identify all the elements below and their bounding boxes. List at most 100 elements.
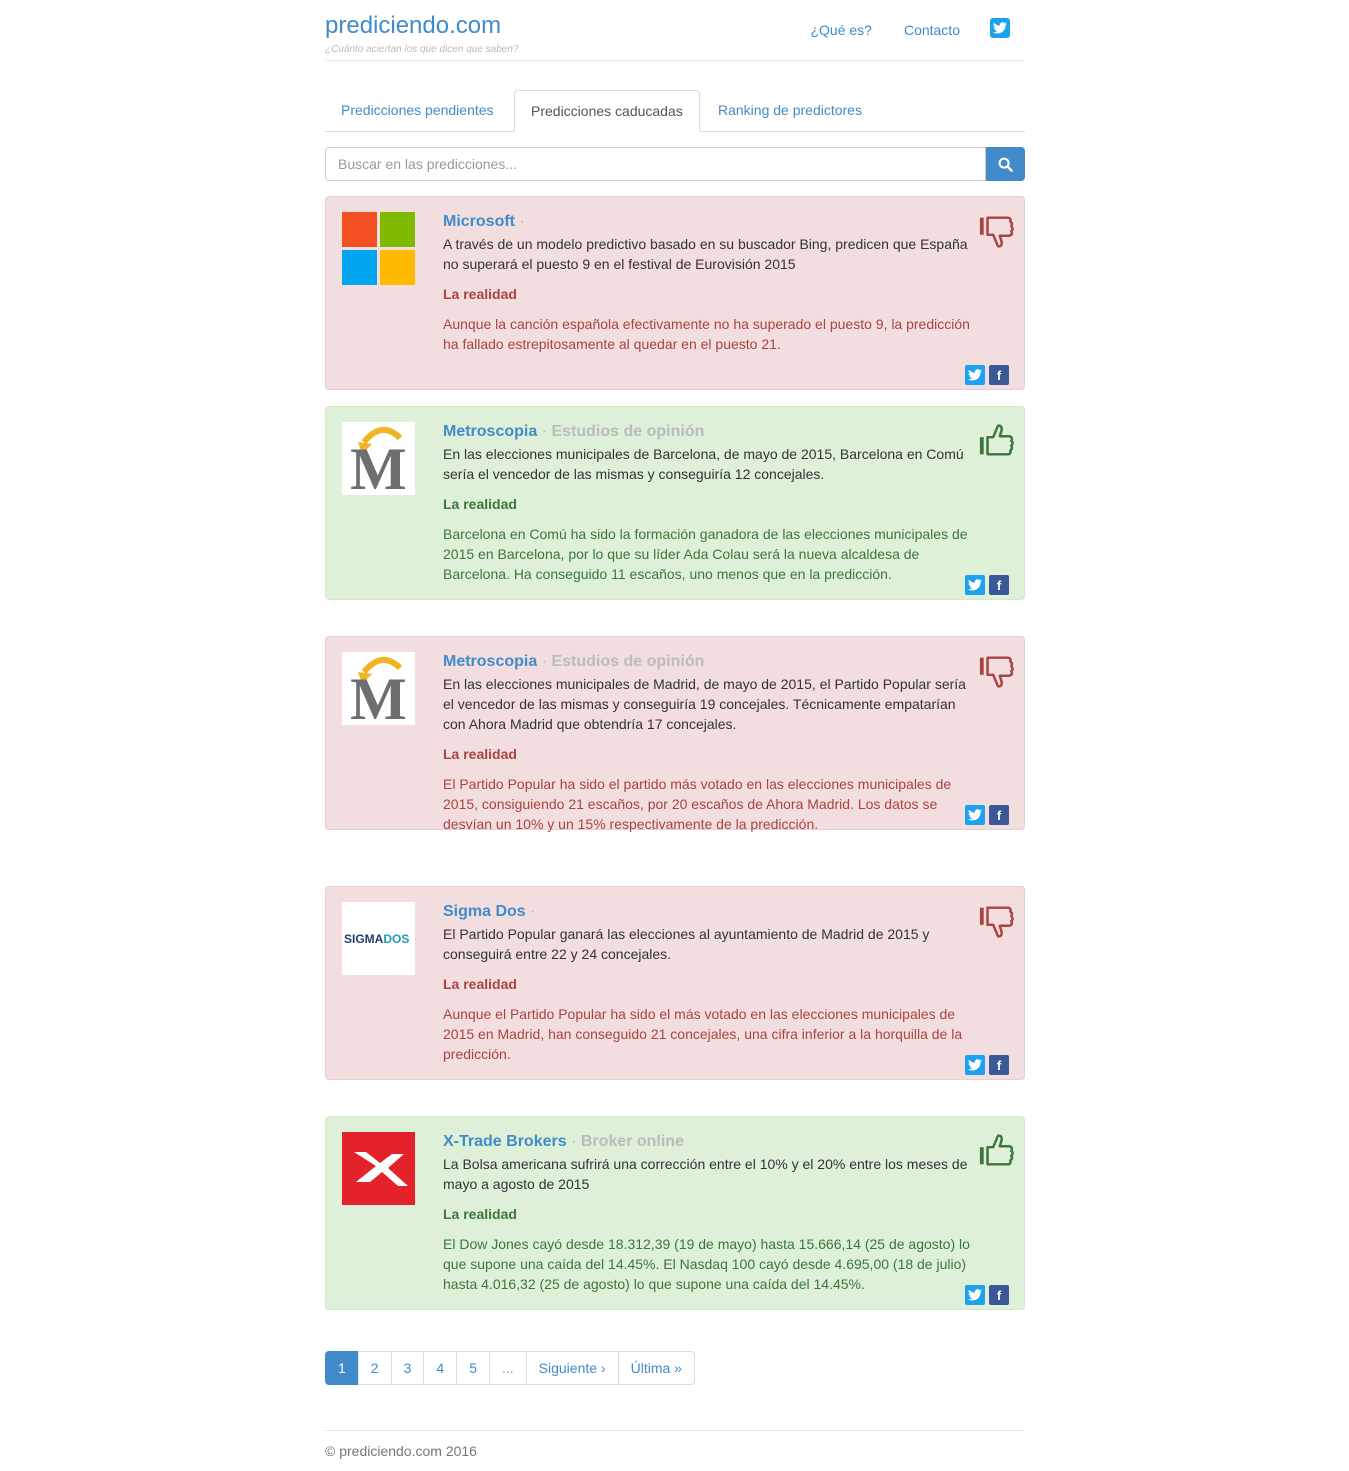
metroscopia-letter: M bbox=[350, 436, 407, 495]
twitter-icon bbox=[968, 369, 982, 381]
reality-label: La realidad bbox=[443, 286, 517, 302]
thumbs-up-icon bbox=[979, 424, 1014, 456]
footer: © prediciendo.com 2016 bbox=[325, 1430, 1025, 1459]
search-button[interactable] bbox=[986, 147, 1025, 181]
prediction-text: El Partido Popular ganará las elecciones… bbox=[443, 926, 930, 962]
search-input[interactable] bbox=[325, 147, 986, 181]
prediction-title: Metroscopia · Estudios de opinión bbox=[443, 652, 973, 672]
page-3-link[interactable]: 3 bbox=[390, 1351, 425, 1385]
predictor-category: Estudios de opinión bbox=[551, 653, 705, 670]
tab-pending[interactable]: Predicciones pendientes bbox=[325, 90, 510, 131]
share-facebook-button[interactable]: f bbox=[989, 1285, 1009, 1305]
metroscopia-logo[interactable]: M bbox=[342, 422, 415, 502]
reality-label: La realidad bbox=[443, 1206, 517, 1222]
reality-label: La realidad bbox=[443, 976, 517, 992]
page-2-link[interactable]: 2 bbox=[357, 1351, 392, 1385]
thumbs-down-icon bbox=[979, 216, 1014, 248]
thumbs-up-icon bbox=[979, 1134, 1014, 1166]
reality-label: La realidad bbox=[443, 496, 517, 512]
sigmados-logo[interactable]: SIGMADOS bbox=[342, 902, 415, 975]
twitter-icon bbox=[968, 1059, 982, 1071]
share-buttons: f bbox=[965, 1285, 1009, 1305]
title-separator: · bbox=[530, 903, 536, 920]
svg-text:SIGMADOS: SIGMADOS bbox=[344, 932, 409, 946]
nav-contact-link[interactable]: Contacto bbox=[904, 22, 960, 38]
reality-label: La realidad bbox=[443, 746, 517, 762]
share-twitter-button[interactable] bbox=[965, 1285, 985, 1305]
predictor-name[interactable]: Metroscopia bbox=[443, 653, 537, 670]
share-twitter-button[interactable] bbox=[965, 365, 985, 385]
prediction-title: Sigma Dos · bbox=[443, 902, 973, 922]
prediction-card: X-Trade Brokers · Broker online La Bolsa… bbox=[325, 1116, 1025, 1310]
twitter-icon bbox=[968, 1289, 982, 1301]
microsoft-logo[interactable] bbox=[342, 212, 415, 285]
page-1-link[interactable]: 1 bbox=[325, 1351, 359, 1385]
title-separator: · bbox=[519, 213, 525, 230]
prediction-card: M Metroscopia · Estudios de opinión En l… bbox=[325, 636, 1025, 832]
predictor-name[interactable]: Metroscopia bbox=[443, 423, 537, 440]
reality-text: Aunque la canción española efectivamente… bbox=[443, 316, 970, 352]
share-twitter-button[interactable] bbox=[965, 575, 985, 595]
prediction-text: En las elecciones municipales de Madrid,… bbox=[443, 676, 966, 732]
twitter-icon bbox=[968, 809, 982, 821]
page-container: prediciendo.com ¿Cuánto aciertan los que… bbox=[325, 0, 1025, 1459]
page-5-link[interactable]: 5 bbox=[456, 1351, 490, 1385]
search-icon bbox=[998, 157, 1013, 172]
share-twitter-button[interactable] bbox=[965, 1055, 985, 1075]
reality-text: Barcelona en Comú ha sido la formación g… bbox=[443, 526, 968, 582]
share-facebook-button[interactable]: f bbox=[989, 575, 1009, 595]
thumbs-down-icon bbox=[979, 656, 1014, 688]
prediction-card: M Metroscopia · Estudios de opinión En l… bbox=[325, 406, 1025, 600]
prediction-card: SIGMADOS Sigma Dos · El Partido Popular … bbox=[325, 886, 1025, 1080]
prediction-text: A través de un modelo predictivo basado … bbox=[443, 236, 968, 272]
nav-about-link[interactable]: ¿Qué es? bbox=[810, 22, 871, 38]
title-separator: · bbox=[541, 423, 548, 440]
site-header: prediciendo.com ¿Cuánto aciertan los que… bbox=[325, 0, 1025, 61]
share-buttons: f bbox=[965, 805, 1009, 825]
search-bar bbox=[325, 147, 1025, 181]
prediction-text: En las elecciones municipales de Barcelo… bbox=[443, 446, 964, 482]
predictor-name[interactable]: Sigma Dos bbox=[443, 903, 526, 920]
thumbs-down-icon bbox=[979, 906, 1014, 938]
share-facebook-button[interactable]: f bbox=[989, 1055, 1009, 1075]
prediction-card: Microsoft · A través de un modelo predic… bbox=[325, 196, 1025, 390]
predictor-name[interactable]: X-Trade Brokers bbox=[443, 1133, 567, 1150]
metroscopia-logo[interactable]: M bbox=[342, 652, 415, 732]
predictor-category: Broker online bbox=[580, 1133, 684, 1150]
prediction-tabs: Predicciones pendientes Predicciones cad… bbox=[325, 90, 1025, 132]
reality-text: El Dow Jones cayó desde 18.312,39 (19 de… bbox=[443, 1236, 970, 1292]
prediction-title: Microsoft · bbox=[443, 212, 973, 232]
share-facebook-button[interactable]: f bbox=[989, 365, 1009, 385]
top-nav: ¿Qué es? Contacto bbox=[778, 18, 1010, 41]
twitter-icon bbox=[990, 18, 1010, 38]
share-buttons: f bbox=[965, 365, 1009, 385]
page-4-link[interactable]: 4 bbox=[423, 1351, 458, 1385]
tagline: ¿Cuánto aciertan los que dicen que saben… bbox=[325, 44, 519, 55]
share-buttons: f bbox=[965, 1055, 1009, 1075]
metroscopia-letter: M bbox=[350, 666, 407, 725]
tab-expired[interactable]: Predicciones caducadas bbox=[514, 90, 700, 132]
twitter-icon bbox=[968, 579, 982, 591]
reality-text: Aunque el Partido Popular ha sido el más… bbox=[443, 1006, 963, 1062]
last-page-link[interactable]: Última » bbox=[617, 1351, 695, 1385]
prediction-title: X-Trade Brokers · Broker online bbox=[443, 1132, 973, 1152]
predictor-category: Estudios de opinión bbox=[551, 423, 705, 440]
tab-ranking[interactable]: Ranking de predictores bbox=[702, 90, 878, 131]
share-twitter-button[interactable] bbox=[965, 805, 985, 825]
page-ellipsis: ... bbox=[488, 1351, 527, 1385]
sigmados-text-b: DOS bbox=[383, 932, 409, 946]
twitter-link[interactable] bbox=[990, 18, 1010, 41]
prediction-text: La Bolsa americana sufrirá una correcció… bbox=[443, 1156, 968, 1192]
share-facebook-button[interactable]: f bbox=[989, 805, 1009, 825]
reality-text: El Partido Popular ha sido el partido má… bbox=[443, 776, 952, 832]
sigmados-text-a: SIGMA bbox=[344, 932, 384, 946]
next-page-link[interactable]: Siguiente › bbox=[525, 1351, 619, 1385]
prediction-title: Metroscopia · Estudios de opinión bbox=[443, 422, 973, 442]
title-separator: · bbox=[541, 653, 548, 670]
brand-link[interactable]: prediciendo.com bbox=[325, 12, 501, 40]
predictor-name[interactable]: Microsoft bbox=[443, 213, 515, 230]
copyright-text: © prediciendo.com 2016 bbox=[325, 1443, 477, 1459]
share-buttons: f bbox=[965, 575, 1009, 595]
pagination: 1 2 3 4 5 ... Siguiente › Última » bbox=[325, 1351, 695, 1385]
xtb-logo[interactable] bbox=[342, 1132, 415, 1205]
